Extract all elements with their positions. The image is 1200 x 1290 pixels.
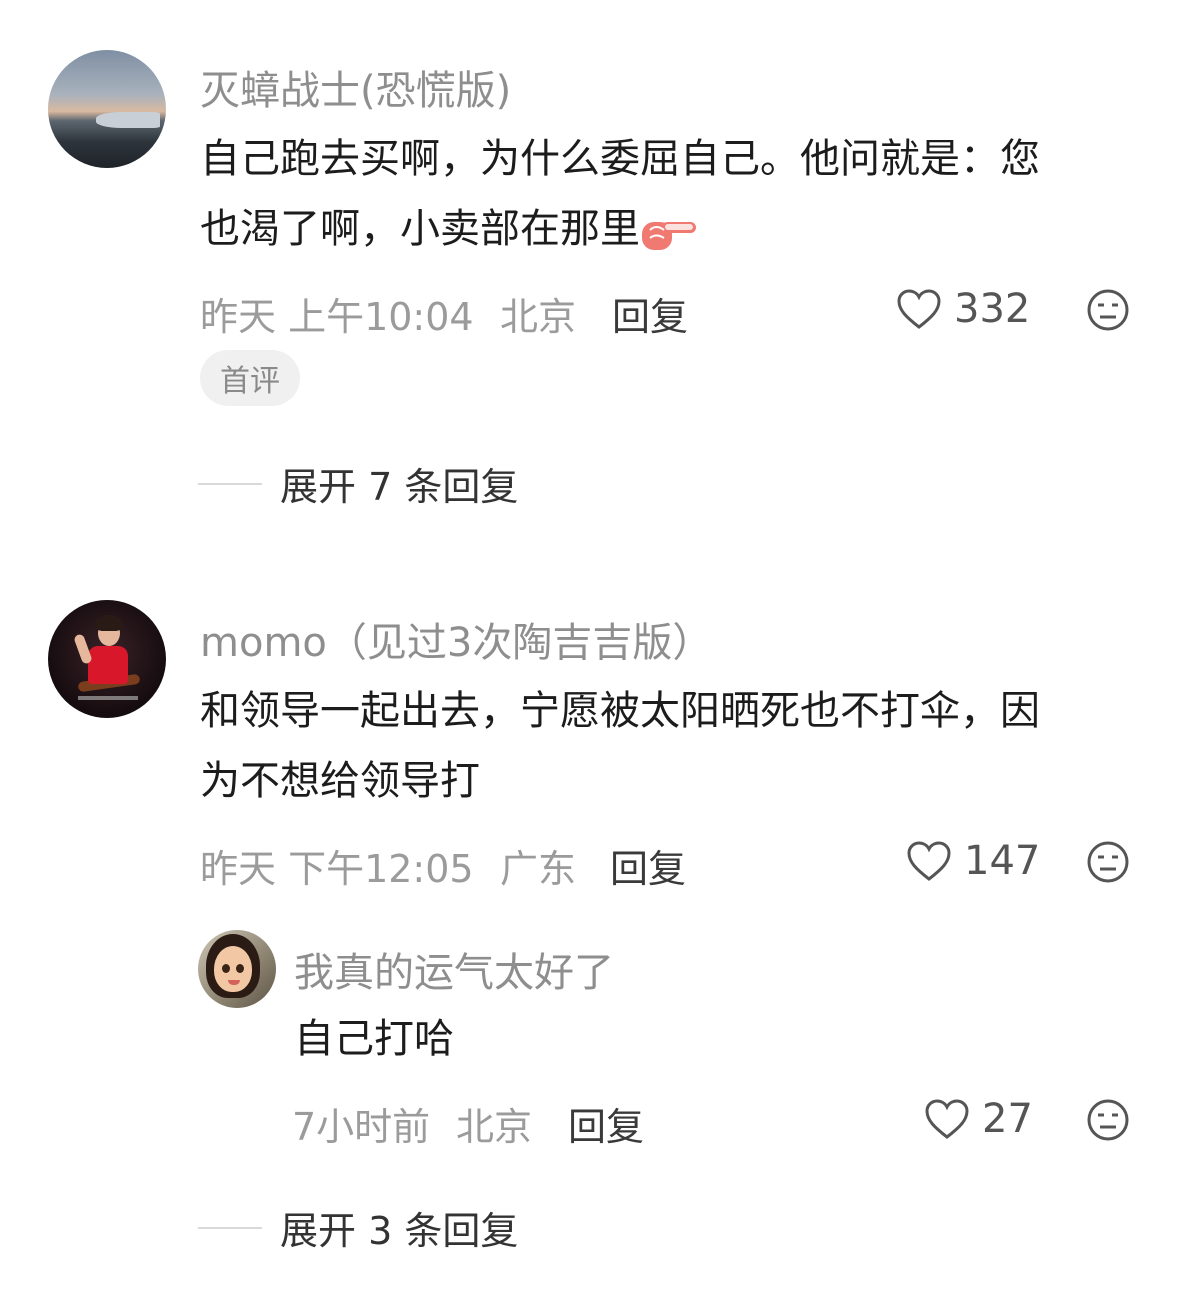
comment-text-line-2: 为不想给领导打 [200,758,480,804]
expand-replies-label: 展开 3 条回复 [280,1209,519,1253]
username[interactable]: 我真的运气太好了 [294,940,614,998]
reply-button[interactable]: 回复 [612,286,688,341]
comment-location: 广东 [500,847,577,891]
like-button[interactable]: 332 [896,286,1030,332]
reply-time: 7小时前 [292,1105,431,1149]
like-count: 27 [982,1096,1033,1142]
like-count: 332 [954,286,1031,332]
heart-icon [897,289,941,329]
avatar[interactable] [48,600,166,718]
dislike-button[interactable] [1086,288,1130,336]
comment-text-line: 和领导一起出去，宁愿被太阳晒死也不打伞，因 [200,688,1040,734]
comment-text: 和领导一起出去，宁愿被太阳晒死也不打伞，因 为不想给领导打 [200,676,1150,816]
first-comment-badge: 首评 [200,350,300,406]
reply-button[interactable]: 回复 [568,1096,644,1151]
comment-time: 昨天 上午10:04 [200,295,474,339]
comment-text: 自己跑去买啊，为什么委屈自己。他问就是：您 也渴了啊，小卖部在那里 [200,124,1150,264]
comment-text-line-2: 也渴了啊，小卖部在那里 [200,194,1150,264]
like-count: 147 [964,838,1041,884]
dislike-button[interactable] [1086,1098,1130,1146]
avatar[interactable] [198,930,276,1008]
expand-replies-button[interactable]: 展开 3 条回复 [198,1200,518,1255]
heart-icon [907,841,951,881]
comment-time: 昨天 下午12:05 [200,847,474,891]
comment-location: 北京 [500,295,577,339]
divider [198,1226,262,1229]
reply-location: 北京 [456,1105,533,1149]
dislike-face-icon [1087,289,1129,331]
dislike-face-icon [1087,1099,1129,1141]
like-button[interactable]: 147 [906,838,1040,884]
divider [198,482,262,485]
username[interactable]: 灭蟑战士(恐慌版) [200,58,511,116]
expand-replies-button[interactable]: 展开 7 条回复 [198,456,518,511]
heart-icon [925,1099,969,1139]
dislike-face-icon [1087,841,1129,883]
avatar[interactable] [48,50,166,168]
dislike-button[interactable] [1086,840,1130,888]
backhand-index-pointing-right-icon [640,206,698,250]
reply-text: 自己打哈 [294,1016,454,1062]
reply-button[interactable]: 回复 [610,838,686,893]
expand-replies-label: 展开 7 条回复 [280,465,519,509]
comment-text-segment: 也渴了啊，小卖部在那里 [200,206,640,252]
comment-text-line: 自己跑去买啊，为什么委屈自己。他问就是：您 [200,136,1040,182]
like-button[interactable]: 27 [924,1096,1033,1142]
username[interactable]: momo（见过3次陶吉吉版） [200,610,712,668]
